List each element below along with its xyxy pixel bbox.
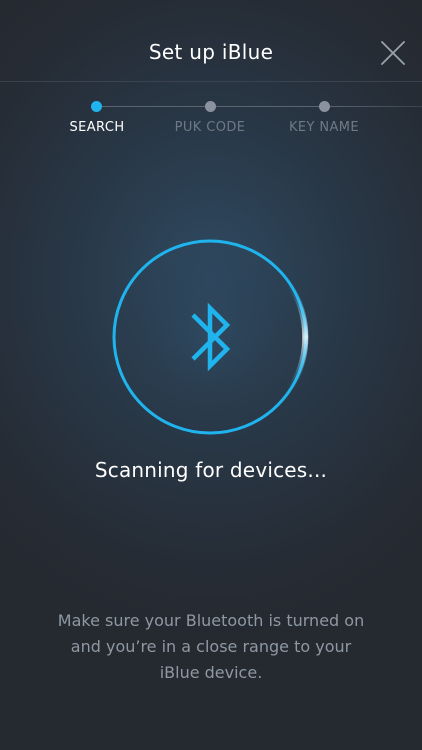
- close-icon: [381, 41, 405, 65]
- step-label-search: SEARCH: [69, 120, 125, 135]
- step-connector: [211, 106, 325, 107]
- scanning-status: Scanning for devices...: [94, 458, 328, 482]
- step-connector: [97, 106, 211, 107]
- scanner-ring: [110, 237, 310, 437]
- step-label-puk-code: PUK CODE: [174, 120, 246, 135]
- header-bar: Set up iBlue: [0, 0, 422, 82]
- step-dot-search: [91, 101, 102, 112]
- setup-stepper: SEARCH PUK CODE KEY NAME: [0, 96, 422, 146]
- step-dot-key-name: [319, 101, 330, 112]
- help-message: Make sure your Bluetooth is turned on an…: [57, 611, 365, 682]
- close-button[interactable]: [380, 40, 406, 66]
- step-label-key-name: KEY NAME: [288, 120, 360, 135]
- step-connector: [325, 106, 422, 107]
- page-title: Set up iBlue: [148, 40, 274, 64]
- step-dot-puk-code: [205, 101, 216, 112]
